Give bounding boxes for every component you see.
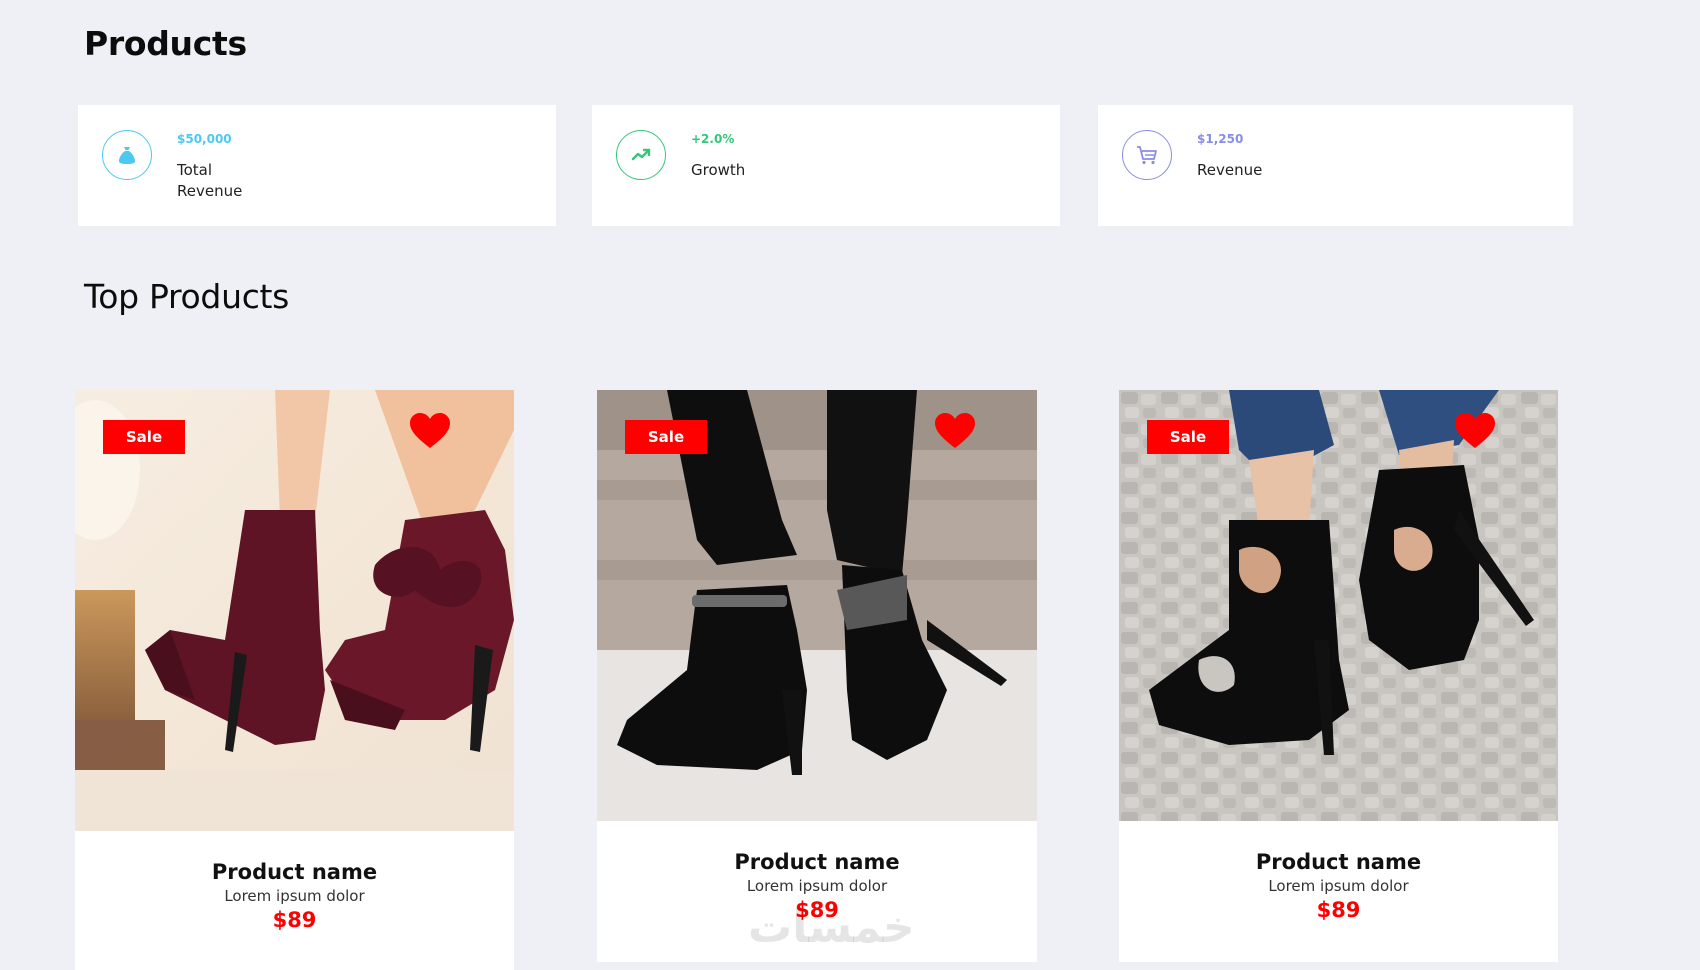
- heart-icon[interactable]: [409, 412, 451, 450]
- product-name: Product name: [734, 850, 900, 874]
- section-title: Top Products: [84, 277, 290, 316]
- stat-value: $50,000: [177, 132, 232, 146]
- trending-up-icon: [616, 130, 666, 180]
- money-bag-icon: [102, 130, 152, 180]
- product-price: $89: [1316, 898, 1361, 922]
- stat-card-total-revenue: $50,000 Total Revenue: [78, 105, 556, 226]
- sale-badge: Sale: [1147, 420, 1229, 454]
- product-description: Lorem ipsum dolor: [1268, 877, 1409, 895]
- product-description: Lorem ipsum dolor: [224, 887, 365, 905]
- product-image: [75, 390, 514, 831]
- products-page: Products $50,000 Total Revenue +2.0% Gro…: [0, 0, 1700, 970]
- sale-badge: Sale: [103, 420, 185, 454]
- watermark-logo: خمسات: [748, 902, 915, 953]
- product-image: [597, 390, 1037, 821]
- stat-value: $1,250: [1197, 132, 1244, 146]
- sale-badge: Sale: [625, 420, 707, 454]
- stat-card-growth: +2.0% Growth: [592, 105, 1060, 226]
- product-image: [1119, 390, 1558, 821]
- heart-icon[interactable]: [934, 412, 976, 450]
- stat-label: Growth: [691, 161, 746, 179]
- stat-label: Revenue: [1197, 161, 1263, 179]
- product-name: Product name: [211, 860, 378, 884]
- heart-icon[interactable]: [1454, 412, 1496, 450]
- product-card[interactable]: Sale Product name Lorem ipsum dolor $89: [75, 390, 514, 970]
- stat-value: +2.0%: [691, 132, 735, 146]
- product-name: Product name: [1255, 850, 1422, 874]
- stat-card-revenue: $1,250 Revenue: [1098, 105, 1573, 226]
- product-info: Product name Lorem ipsum dolor $89: [75, 858, 514, 934]
- product-card[interactable]: Sale Product name Lorem ipsum dolor $89: [597, 390, 1037, 962]
- product-description: Lorem ipsum dolor: [746, 877, 888, 895]
- product-card[interactable]: Sale Product name Lorem ipsum dolor $89: [1119, 390, 1558, 962]
- stat-label: Total Revenue: [177, 161, 243, 200]
- product-price: $89: [272, 908, 317, 932]
- cart-icon: [1122, 130, 1172, 180]
- product-info: Product name Lorem ipsum dolor $89: [1119, 848, 1558, 924]
- page-title: Products: [84, 24, 247, 63]
